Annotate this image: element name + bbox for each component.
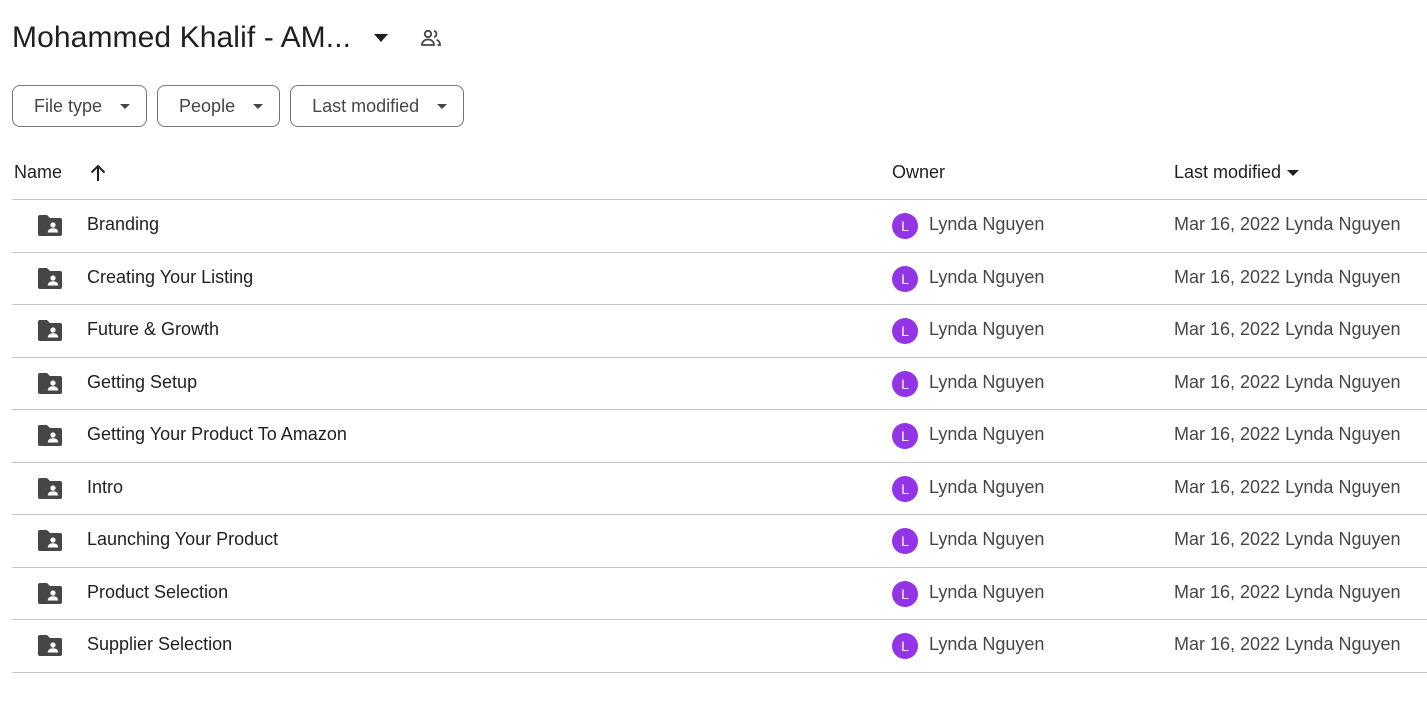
file-name: Product Selection [87, 581, 229, 602]
file-name: Future & Growth [87, 319, 220, 339]
file-list: Name Owner Last modified Branding L Lynd… [12, 148, 1427, 673]
shared-folder-icon [38, 215, 62, 236]
avatar: L [892, 423, 918, 449]
shared-folder-icon [38, 372, 62, 394]
owner-name: Lynda Nguyen [929, 371, 1045, 392]
table-row[interactable]: Creating Your Listing L Lynda Nguyen Mar… [12, 253, 1427, 305]
avatar: L [892, 213, 918, 239]
filter-label: File type [34, 95, 103, 116]
file-name: Creating Your Listing [87, 266, 254, 287]
arrow-drop-down-icon[interactable] [369, 26, 393, 50]
people-filter[interactable]: People [157, 85, 281, 127]
arrow-upward-icon[interactable] [90, 164, 106, 182]
arrow-drop-down-icon [437, 103, 448, 109]
file-type-filter[interactable]: File type [12, 85, 148, 127]
owner-name: Lynda Nguyen [929, 634, 1045, 654]
table-header: Name Owner Last modified [12, 148, 1427, 200]
table-row[interactable]: Launching Your Product L Lynda Nguyen Ma… [12, 515, 1427, 568]
avatar: L [892, 265, 918, 292]
last-modified-value: Mar 16, 2022 Lynda Nguyen [1174, 529, 1401, 549]
folder-title[interactable]: Mohammed Khalif - AM... [12, 21, 351, 55]
owner-name: Lynda Nguyen [929, 476, 1045, 497]
file-name: Intro [87, 476, 124, 497]
arrow-drop-down-icon [253, 103, 264, 109]
last-modified-column-label: Last modified [1174, 162, 1282, 182]
table-body: Branding L Lynda Nguyen Mar 16, 2022 Lyn… [12, 200, 1427, 673]
table-row[interactable]: Intro L Lynda Nguyen Mar 16, 2022 Lynda … [12, 463, 1427, 515]
table-row[interactable]: Supplier Selection L Lynda Nguyen Mar 16… [12, 620, 1427, 673]
shared-folder-icon [38, 635, 62, 656]
owner-name: Lynda Nguyen [929, 581, 1045, 602]
name-column-header[interactable]: Name [14, 162, 106, 183]
avatar: L [892, 633, 918, 659]
file-name: Getting Your Product To Amazon [87, 424, 347, 444]
filter-label: People [179, 95, 236, 116]
last-modified-filter[interactable]: Last modified [290, 85, 465, 127]
name-column-label: Name [14, 162, 63, 182]
last-modified-value: Mar 16, 2022 Lynda Nguyen [1174, 634, 1401, 654]
table-row[interactable]: Product Selection L Lynda Nguyen Mar 16,… [12, 568, 1427, 620]
shared-folder-icon [38, 582, 62, 604]
shared-folder-icon [38, 477, 62, 499]
file-name: Supplier Selection [87, 634, 233, 654]
last-modified-value: Mar 16, 2022 Lynda Nguyen [1174, 371, 1401, 392]
avatar: L [892, 475, 918, 502]
owner-name: Lynda Nguyen [929, 319, 1045, 339]
arrow-drop-down-icon [1287, 169, 1300, 176]
owner-name: Lynda Nguyen [929, 424, 1045, 444]
last-modified-value: Mar 16, 2022 Lynda Nguyen [1174, 476, 1401, 497]
shared-folder-icon [38, 530, 62, 551]
file-name: Launching Your Product [87, 529, 279, 549]
last-modified-value: Mar 16, 2022 Lynda Nguyen [1174, 424, 1401, 444]
file-name: Branding [87, 214, 160, 234]
table-row[interactable]: Getting Your Product To Amazon L Lynda N… [12, 410, 1427, 463]
file-name: Getting Setup [87, 371, 198, 392]
owner-column-header[interactable]: Owner [892, 162, 945, 183]
filter-label: Last modified [312, 95, 420, 116]
table-row[interactable]: Branding L Lynda Nguyen Mar 16, 2022 Lyn… [12, 200, 1427, 253]
avatar: L [892, 370, 918, 397]
folder-header: Mohammed Khalif - AM... [12, 14, 443, 62]
avatar: L [892, 580, 918, 607]
arrow-drop-down-icon [120, 103, 131, 109]
people-icon[interactable] [419, 26, 443, 50]
avatar: L [892, 318, 918, 344]
last-modified-value: Mar 16, 2022 Lynda Nguyen [1174, 266, 1401, 287]
last-modified-value: Mar 16, 2022 Lynda Nguyen [1174, 581, 1401, 602]
last-modified-value: Mar 16, 2022 Lynda Nguyen [1174, 319, 1401, 339]
owner-name: Lynda Nguyen [929, 529, 1045, 549]
table-row[interactable]: Getting Setup L Lynda Nguyen Mar 16, 202… [12, 358, 1427, 410]
owner-name: Lynda Nguyen [929, 266, 1045, 287]
last-modified-value: Mar 16, 2022 Lynda Nguyen [1174, 214, 1401, 234]
shared-folder-icon [38, 320, 62, 341]
drive-folder-view: Mohammed Khalif - AM... File type People [0, 0, 1427, 726]
shared-folder-icon [38, 425, 62, 446]
owner-name: Lynda Nguyen [929, 214, 1045, 234]
last-modified-column-header[interactable]: Last modified [1174, 162, 1300, 183]
table-row[interactable]: Future & Growth L Lynda Nguyen Mar 16, 2… [12, 305, 1427, 358]
filter-bar: File type People Last modified [12, 85, 465, 127]
shared-folder-icon [38, 267, 62, 289]
avatar: L [892, 528, 918, 554]
